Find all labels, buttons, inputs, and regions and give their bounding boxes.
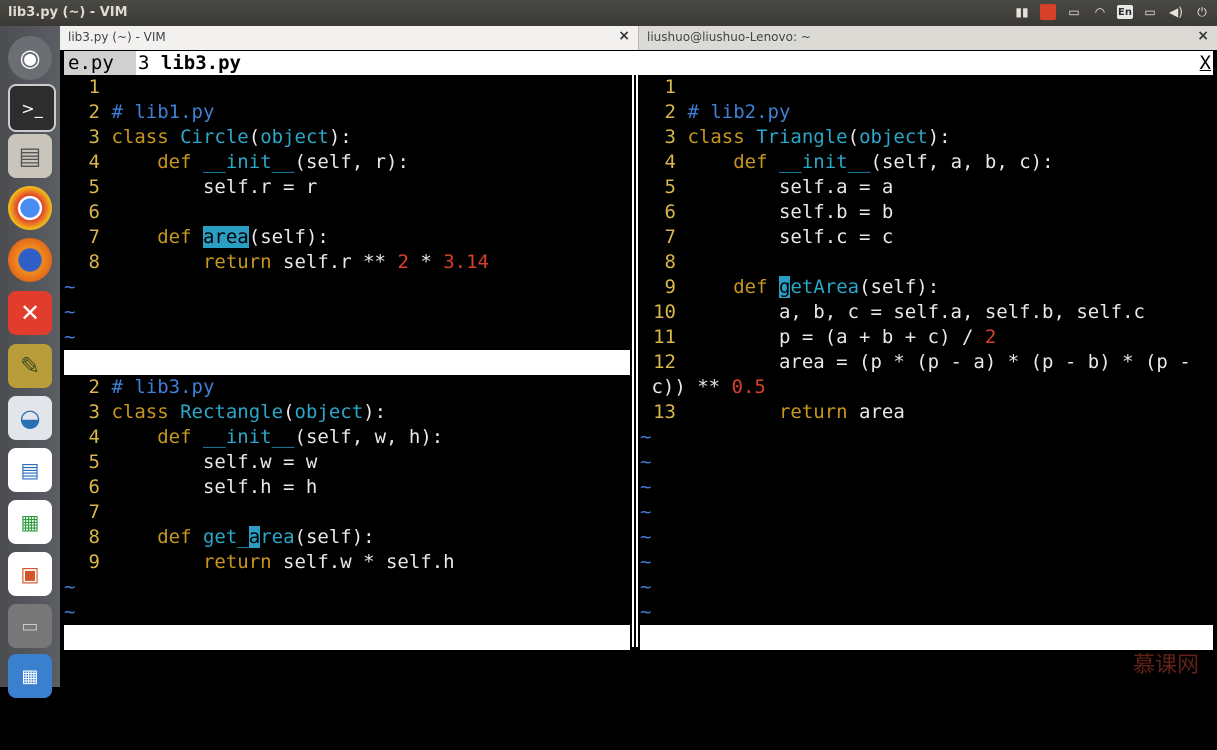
code-line: 6 self.b = b: [664, 201, 894, 223]
code-line: 1: [88, 76, 100, 98]
tilde-line: ~: [640, 476, 652, 498]
writer-icon[interactable]: ▤: [8, 448, 52, 492]
tilde-line: ~: [64, 276, 76, 298]
xmind-icon[interactable]: ✕: [8, 291, 52, 335]
code-line: 11 p = (a + b + c) / 2: [653, 326, 997, 348]
status-line-lib3: lib3.py 8,10-13 Bot: [64, 625, 630, 723]
tilde-line: ~: [640, 426, 652, 448]
vim-tab-lib3[interactable]: 3 lib3.py: [138, 51, 241, 75]
drive-icon[interactable]: ▭: [8, 604, 52, 648]
code-line: 4 def __init__(self, a, b, c):: [664, 151, 1054, 173]
window-icon[interactable]: ▮▮: [1013, 3, 1031, 21]
keyboard-icon[interactable]: ▭: [1065, 3, 1083, 21]
close-icon[interactable]: ×: [1197, 28, 1209, 44]
code-line: 2 # lib3.py: [88, 376, 215, 398]
tilde-line: ~: [640, 551, 652, 573]
tab-vim[interactable]: lib3.py (~) - VIM ×: [60, 26, 639, 50]
tab-shell[interactable]: liushuo@liushuo-Lenovo: ~ ×: [639, 26, 1217, 50]
code-line: 8 def get_area(self):: [88, 526, 375, 548]
vim-close-tab[interactable]: X: [1200, 51, 1211, 75]
battery-icon[interactable]: ▭: [1141, 3, 1159, 21]
tab-label: lib3.py (~) - VIM: [68, 30, 166, 44]
vim-tab-name: lib3.py: [160, 52, 241, 74]
code-line: 12 area = (p * (p - a) * (p - b) * (p -: [653, 351, 1191, 373]
vertical-split[interactable]: [632, 75, 638, 647]
code-line: 4 def __init__(self, r):: [88, 151, 409, 173]
code-line: 1: [664, 76, 676, 98]
code-line: 8 return self.r ** 2 * 3.14: [88, 251, 489, 273]
tilde-line: ~: [64, 601, 76, 623]
code-line: 6 self.h = h: [88, 476, 318, 498]
code-line: 3 class Rectangle(object):: [88, 401, 387, 423]
pane-lib1[interactable]: 1 2 # lib1.py 3 class Circle(object): 4 …: [64, 75, 630, 350]
vim-tab-count: 3: [138, 52, 150, 74]
firefox-icon[interactable]: [8, 238, 52, 282]
code-line: 4 def __init__(self, w, h):: [88, 426, 444, 448]
code-line: 8: [664, 251, 676, 273]
vim-tabline: e.py 3 lib3.py X: [64, 51, 1213, 75]
volume-icon[interactable]: ◀): [1167, 3, 1185, 21]
status-line-lib2: lib2.py 9,2-5 All: [640, 625, 1213, 723]
vlc-icon[interactable]: ◒: [8, 396, 52, 440]
files-icon[interactable]: ▤: [8, 134, 52, 178]
tilde-line: ~: [64, 326, 76, 348]
code-line: 5 self.a = a: [664, 176, 894, 198]
code-line: 3 class Circle(object):: [88, 126, 352, 148]
record-icon[interactable]: [1039, 3, 1057, 21]
code-line: 2 # lib2.py: [664, 101, 791, 123]
window-title: lib3.py (~) - VIM: [8, 5, 128, 20]
power-icon[interactable]: ⏻: [1193, 3, 1211, 21]
impress-icon[interactable]: ▣: [8, 552, 52, 596]
launcher: ◉ >_ ▤ ✕ ✎ ◒ ▤ ▦ ▣ ▭ ▦: [0, 26, 60, 698]
terminal[interactable]: e.py 3 lib3.py X 1 2 # lib1.py 3 class C…: [60, 50, 1217, 723]
code-line: 9 return self.w * self.h: [88, 551, 455, 573]
wifi-icon[interactable]: ◠: [1091, 3, 1109, 21]
tilde-line: ~: [640, 576, 652, 598]
pane-lib2[interactable]: 1 2 # lib2.py 3 class Triangle(object): …: [640, 75, 1213, 625]
terminal-tab-bar: lib3.py (~) - VIM × liushuo@liushuo-Leno…: [60, 26, 1217, 51]
language-icon[interactable]: En: [1117, 5, 1133, 19]
tilde-line: ~: [640, 601, 652, 623]
code-line: 7 self.c = c: [664, 226, 894, 248]
code-line: 6: [88, 201, 100, 223]
notes-icon[interactable]: ✎: [8, 344, 52, 388]
code-line: 13 return area: [653, 401, 905, 423]
workspace-icon[interactable]: ▦: [8, 654, 52, 698]
ubuntu-dash-icon[interactable]: ◉: [8, 36, 52, 80]
status-line-lib1: lib1.py 5,1-4 All: [64, 350, 630, 448]
system-tray: ▮▮ ▭ ◠ En ▭ ◀) ⏻: [1013, 3, 1211, 21]
code-line: 10 a, b, c = self.a, self.b, self.c: [653, 301, 1145, 323]
code-line: 2 # lib1.py: [88, 101, 215, 123]
tilde-line: ~: [640, 501, 652, 523]
code-line: 7 def area(self):: [88, 226, 329, 248]
pane-lib3[interactable]: 2 # lib3.py 3 class Rectangle(object): 4…: [64, 375, 630, 625]
code-line: 3 class Triangle(object):: [664, 126, 951, 148]
code-line: 5 self.r = r: [88, 176, 318, 198]
tilde-line: ~: [64, 301, 76, 323]
tilde-line: ~: [64, 576, 76, 598]
vim-tab-e-py[interactable]: e.py: [64, 51, 136, 75]
close-icon[interactable]: ×: [618, 28, 630, 44]
watermark-logo: 慕课网: [1132, 653, 1199, 678]
tilde-line: ~: [640, 451, 652, 473]
code-line: 5 self.w = w: [88, 451, 318, 473]
tilde-line: ~: [640, 526, 652, 548]
calc-icon[interactable]: ▦: [8, 500, 52, 544]
code-line-wrap: c)) ** 0.5: [640, 376, 766, 398]
top-panel: lib3.py (~) - VIM ▮▮ ▭ ◠ En ▭ ◀) ⏻: [0, 0, 1217, 26]
code-line: 9 def getArea(self):: [664, 276, 940, 298]
terminal-icon[interactable]: >_: [8, 84, 56, 132]
chrome-icon[interactable]: [8, 186, 52, 230]
code-line: 7: [88, 501, 100, 523]
tab-label: liushuo@liushuo-Lenovo: ~: [647, 30, 811, 44]
